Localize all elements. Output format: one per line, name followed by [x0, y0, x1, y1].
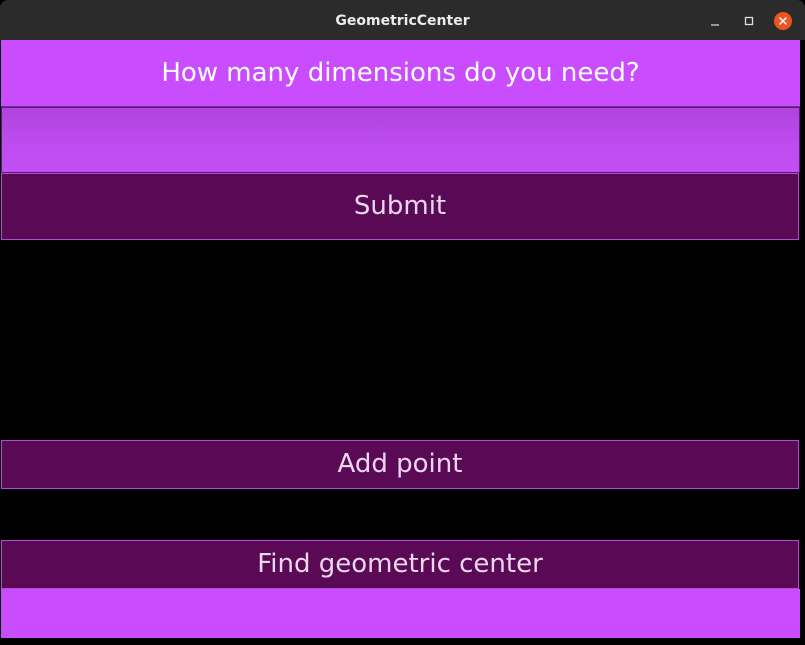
- app-window: GeometricCenter How many dimensions do y…: [0, 0, 805, 645]
- title-bar[interactable]: GeometricCenter: [0, 0, 805, 40]
- dimensions-prompt: How many dimensions do you need?: [1, 40, 800, 107]
- minimize-button[interactable]: [704, 10, 726, 32]
- close-icon: [774, 12, 792, 30]
- maximize-button[interactable]: [738, 10, 760, 32]
- maximize-icon: [744, 16, 754, 26]
- submit-button[interactable]: Submit: [1, 173, 799, 240]
- result-label: [1, 589, 800, 638]
- window-title: GeometricCenter: [335, 13, 470, 29]
- dimensions-input[interactable]: [1, 107, 800, 173]
- minimize-icon: [711, 24, 719, 26]
- add-point-button[interactable]: Add point: [1, 440, 799, 489]
- find-geometric-center-button[interactable]: Find geometric center: [1, 540, 799, 589]
- close-button[interactable]: [772, 10, 794, 32]
- app-content: How many dimensions do you need? Submit …: [0, 40, 805, 645]
